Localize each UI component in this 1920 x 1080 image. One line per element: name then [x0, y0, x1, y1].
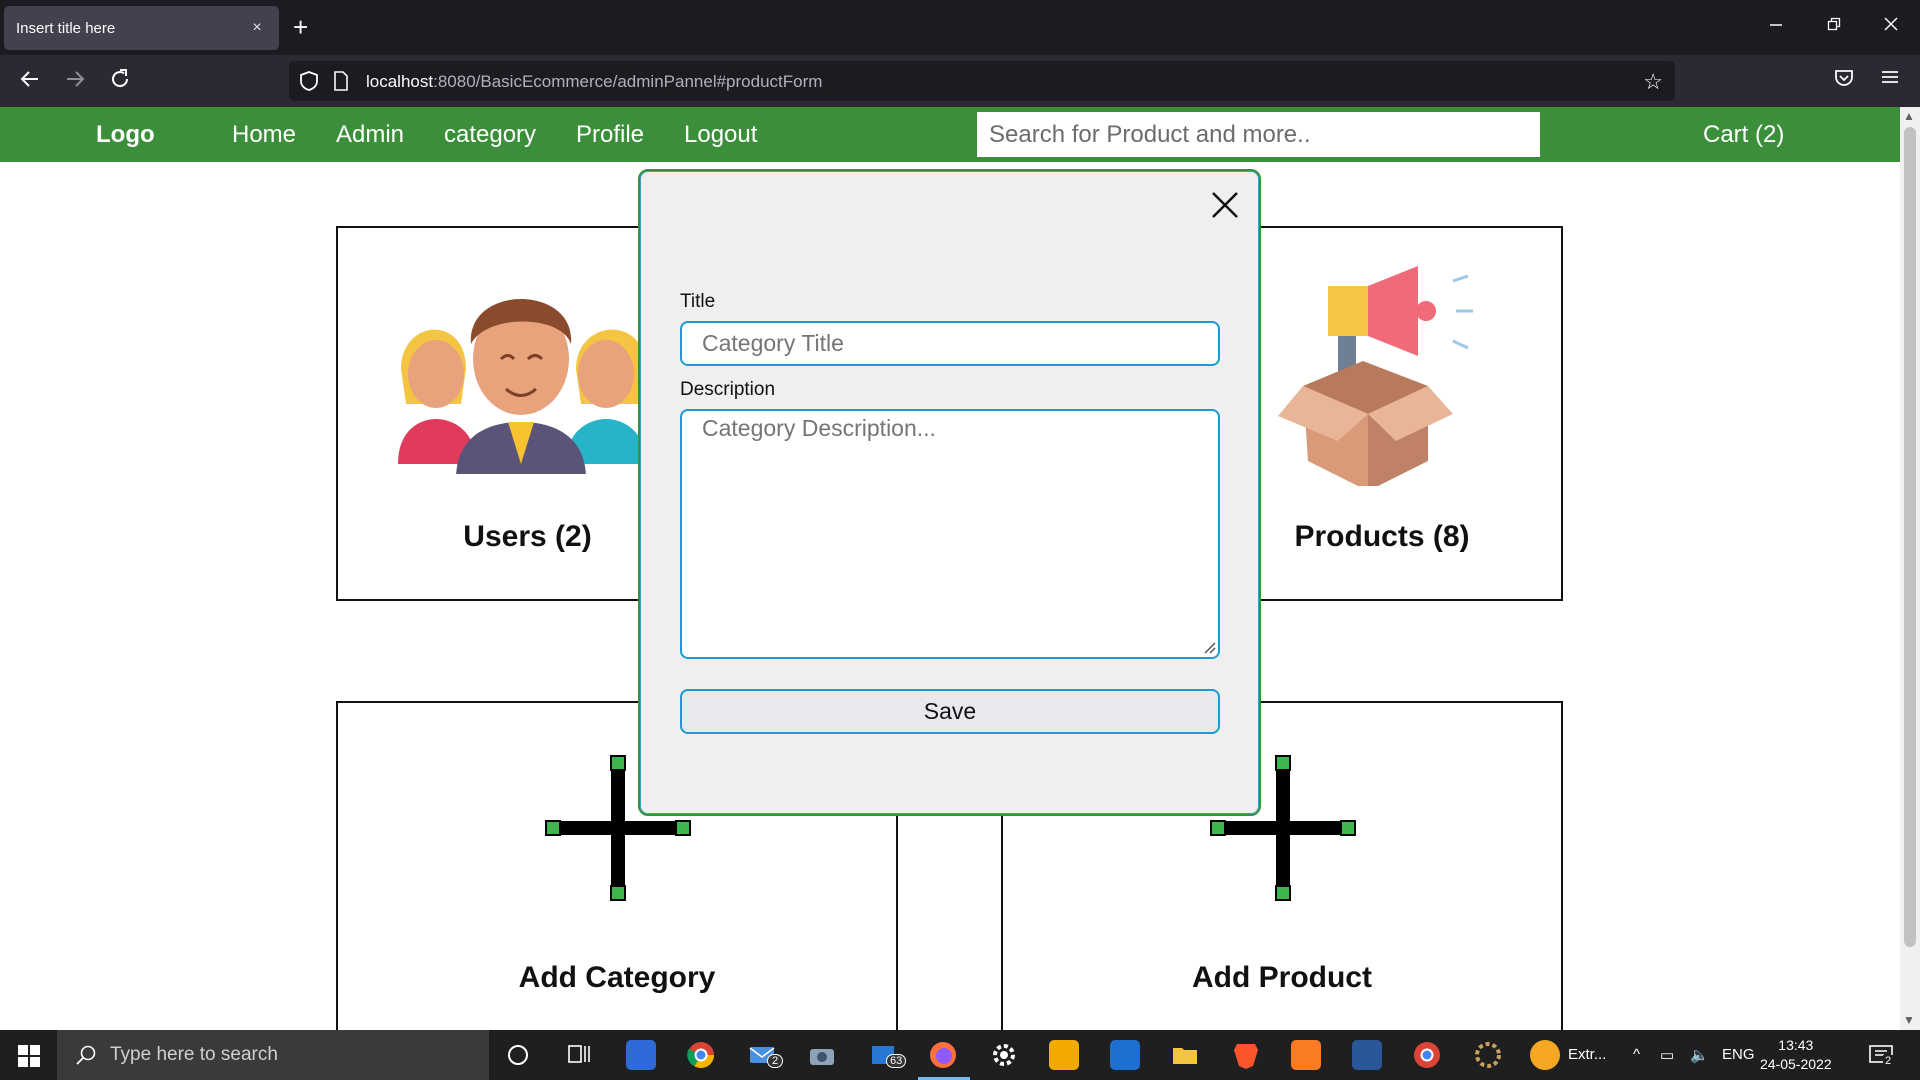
site-logo[interactable]: Logo	[96, 121, 155, 149]
taskbar-search-placeholder: Type here to search	[110, 1044, 278, 1065]
sticky-notes-icon[interactable]	[1049, 1040, 1079, 1070]
chrome-icon[interactable]	[686, 1040, 716, 1070]
url-host: localhost	[366, 72, 434, 91]
settings-gear-icon[interactable]	[989, 1040, 1019, 1070]
shield-icon[interactable]	[299, 70, 319, 97]
cortana-icon[interactable]	[505, 1042, 535, 1072]
firefox-icon[interactable]	[928, 1040, 958, 1070]
windows-taskbar: Type here to search 2 63 Extr... ^ ▭ 🔈 E…	[0, 1030, 1920, 1080]
close-icon[interactable]	[1207, 187, 1243, 223]
bookmark-star-icon[interactable]: ☆	[1643, 69, 1663, 95]
resize-handle-icon[interactable]	[1201, 639, 1217, 655]
chrome-profile-icon[interactable]	[1412, 1040, 1442, 1070]
browser-tab[interactable]: Insert title here ×	[4, 6, 279, 50]
browser-nav-bar: localhost:8080/BasicEcommerce/adminPanne…	[0, 55, 1920, 107]
scrollbar-thumb[interactable]	[1904, 127, 1916, 947]
save-button[interactable]: Save	[680, 689, 1220, 734]
nav-home[interactable]: Home	[232, 121, 296, 149]
camera-icon[interactable]	[807, 1040, 837, 1070]
volume-icon[interactable]: 🔈	[1690, 1046, 1709, 1064]
browser-tab-bar: Insert title here × +	[0, 0, 1920, 55]
site-search-input[interactable]: Search for Product and more..	[977, 112, 1540, 157]
new-tab-button[interactable]: +	[293, 14, 308, 40]
nav-admin[interactable]: Admin	[336, 121, 404, 149]
category-description-textarea[interactable]: Category Description...	[680, 409, 1220, 659]
battery-icon[interactable]: ▭	[1660, 1046, 1674, 1064]
title-label: Title	[680, 291, 716, 312]
minimize-icon[interactable]	[1768, 16, 1784, 37]
product-box-illustration	[1278, 266, 1473, 486]
extension-app-icon[interactable]	[1530, 1040, 1560, 1070]
app-gear-icon[interactable]	[1473, 1040, 1503, 1070]
nav-logout[interactable]: Logout	[684, 121, 757, 149]
tray-chevron-up-icon[interactable]: ^	[1633, 1046, 1640, 1063]
tab-title: Insert title here	[16, 19, 116, 37]
media-player-icon[interactable]	[1110, 1040, 1140, 1070]
add-product-label: Add Product	[1192, 961, 1372, 994]
windows-start-icon[interactable]	[18, 1045, 40, 1072]
tab-close-icon[interactable]: ×	[247, 19, 267, 37]
file-explorer-icon[interactable]	[1170, 1040, 1200, 1070]
address-bar[interactable]: localhost:8080/BasicEcommerce/adminPanne…	[289, 61, 1675, 101]
word-icon[interactable]	[1352, 1040, 1382, 1070]
notification-badge: 2	[1883, 1055, 1894, 1067]
search-icon	[75, 1044, 97, 1072]
forward-icon[interactable]	[63, 67, 87, 97]
description-label: Description	[680, 379, 776, 400]
brave-icon[interactable]	[1231, 1040, 1261, 1070]
tray-app-label[interactable]: Extr...	[1568, 1046, 1606, 1063]
mail-icon[interactable]: 2	[747, 1040, 784, 1070]
store-icon[interactable]: 63	[868, 1040, 907, 1070]
mail-badge: 2	[767, 1054, 784, 1068]
reload-icon[interactable]	[108, 67, 132, 97]
category-title-input[interactable]: Category Title	[680, 321, 1220, 366]
close-window-icon[interactable]	[1883, 16, 1899, 37]
restore-icon[interactable]	[1826, 16, 1842, 37]
task-view-icon[interactable]	[565, 1040, 595, 1070]
xampp-icon[interactable]	[1291, 1040, 1321, 1070]
page-scrollbar[interactable]: ▲ ▼	[1900, 107, 1920, 1030]
taskbar-clock[interactable]: 13:43 24-05-2022	[1760, 1036, 1832, 1074]
nav-category[interactable]: category	[444, 121, 536, 149]
users-illustration	[398, 299, 646, 474]
scroll-down-icon[interactable]: ▼	[1903, 1013, 1915, 1027]
add-category-label: Add Category	[518, 961, 716, 994]
nav-profile[interactable]: Profile	[576, 121, 644, 149]
clock-time: 13:43	[1778, 1037, 1814, 1053]
category-form-modal: Title Category Title Description Categor…	[638, 169, 1261, 816]
notification-icon[interactable]: 2	[1866, 1040, 1896, 1070]
back-icon[interactable]	[18, 67, 42, 97]
scroll-up-icon[interactable]: ▲	[1903, 109, 1915, 123]
language-indicator[interactable]: ENG	[1722, 1046, 1755, 1063]
site-navbar: Logo Home Admin category Profile Logout …	[0, 107, 1900, 162]
pocket-icon[interactable]	[1833, 67, 1855, 95]
url-text[interactable]: localhost:8080/BasicEcommerce/adminPanne…	[366, 72, 822, 92]
clock-date: 24-05-2022	[1760, 1056, 1832, 1072]
dev-app-icon[interactable]	[626, 1040, 656, 1070]
menu-icon[interactable]	[1880, 67, 1900, 93]
cart-link[interactable]: Cart (2)	[1703, 121, 1784, 149]
url-path: :8080/BasicEcommerce/adminPannel#product…	[433, 72, 823, 91]
page-icon[interactable]	[333, 71, 349, 96]
page-viewport: Logo Home Admin category Profile Logout …	[0, 107, 1920, 1030]
taskbar-search-box[interactable]: Type here to search	[57, 1030, 489, 1080]
store-badge: 63	[886, 1054, 907, 1068]
